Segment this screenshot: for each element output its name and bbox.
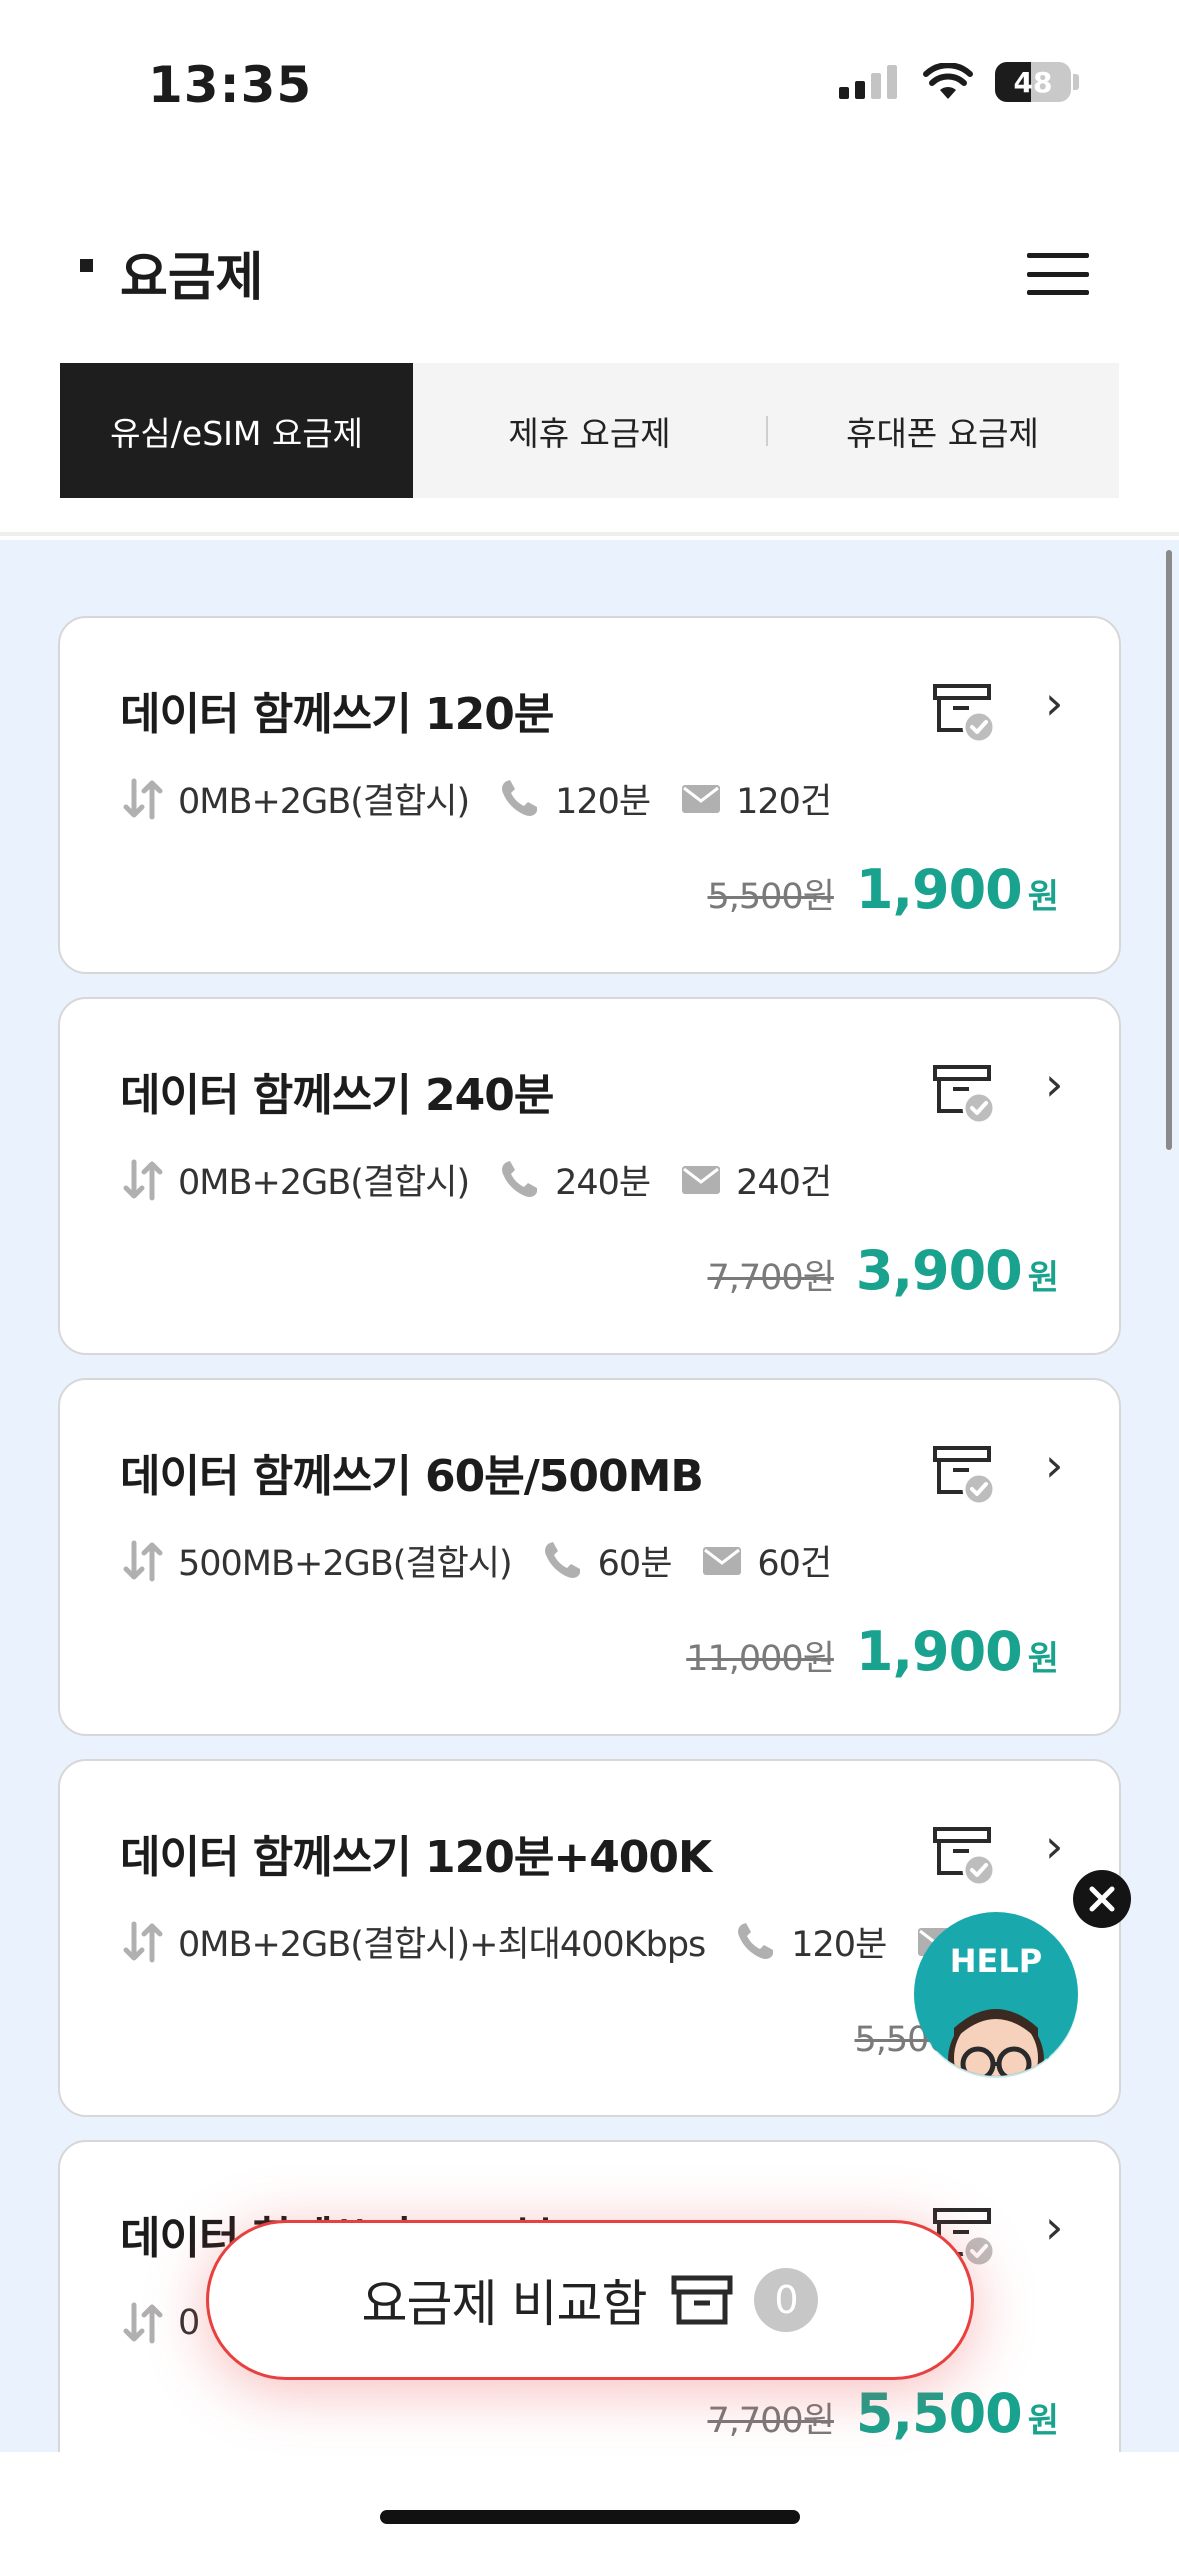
phone-icon [497,1158,543,1202]
tab-label: 유심/eSIM 요금제 [110,413,363,453]
message-icon [678,777,724,821]
price-unit: 원 [1027,1258,1059,1298]
plan-voice: 120분 [555,782,651,822]
tab-phone[interactable]: 휴대폰 요금제 [766,363,1119,498]
original-price: 5,500원 [707,877,835,917]
close-icon [1089,1886,1115,1912]
data-transfer-icon [120,1539,166,1583]
price-unit: 원 [1027,1639,1059,1679]
price-row: 7,700원 5,500 원 [708,2382,1060,2445]
compare-box-button[interactable]: 요금제 비교함 0 [206,2220,974,2380]
tab-usim-esim[interactable]: 유심/eSIM 요금제 [60,363,413,498]
plan-card[interactable]: 데이터 함께쓰기 240분 › 0MB+2GB(결합시) 240분 240건 7,700원… [58,997,1121,1355]
add-to-compare-icon[interactable] [932,680,998,744]
chevron-right-icon[interactable]: › [1045,676,1063,730]
data-transfer-icon [120,2301,166,2345]
tab-divider [766,415,768,446]
plan-category-tabs: 유심/eSIM 요금제 제휴 요금제 휴대폰 요금제 [60,363,1119,498]
status-icons: 48 [839,62,1079,102]
compare-count-badge: 0 [754,2268,819,2332]
plan-data: 0MB+2GB(결합시)+최대400Kbps [178,1925,706,1965]
original-price: 7,700원 [707,1258,835,1298]
price-unit: 원 [1027,877,1059,917]
plan-specs: 0MB+2GB(결합시) 240분 240건 [120,1154,832,1205]
plan-voice: 240분 [555,1163,651,1203]
price-row: 7,700원 3,900 원 [708,1239,1060,1302]
plan-voice: 120분 [791,1925,887,1965]
phone-icon [540,1539,586,1583]
chevron-right-icon[interactable]: › [1045,1819,1063,1873]
sale-price: 5,500 [855,2382,1023,2445]
plan-name: 데이터 함께쓰기 120분+400K [120,1832,712,1883]
data-transfer-icon [120,1920,166,1964]
add-to-compare-icon[interactable] [932,1823,998,1887]
tab-label: 제휴 요금제 [508,413,671,453]
chevron-right-icon[interactable]: › [1045,1057,1063,1111]
plan-card[interactable]: 데이터 함께쓰기 120분 › 0MB+2GB(결합시) 120분 120건 5,500원… [58,616,1121,974]
battery-icon: 48 [995,62,1071,102]
data-transfer-icon [120,777,166,821]
plan-data: 0MB+2GB(결합시) [178,1163,470,1203]
chevron-right-icon[interactable]: › [1045,2200,1063,2254]
tab-partner[interactable]: 제휴 요금제 [413,363,766,498]
compare-box-icon [671,2275,733,2325]
price-row: 11,000원 1,900 원 [686,1620,1059,1683]
original-price: 11,000원 [686,1639,835,1679]
plan-data: 0MB+2GB(결합시) [178,782,470,822]
hamburger-icon-line [1027,253,1089,258]
plan-specs: 500MB+2GB(결합시) 60분 60건 [120,1535,832,1586]
help-chatbot-button[interactable]: HELP [912,1910,1080,2080]
plan-name: 데이터 함께쓰기 120분 [120,689,554,740]
sale-price: 1,900 [855,1620,1023,1683]
sale-price: 1,900 [855,858,1023,921]
plan-specs: 0MB+2GB(결합시)+최대400Kbps120분12 [120,1916,1016,1967]
plan-card[interactable]: 데이터 함께쓰기 60분/500MB › 500MB+2GB(결합시) 60분 60건 1… [58,1378,1121,1736]
phone-icon [733,1920,779,1964]
plan-voice: 60분 [597,1544,673,1584]
original-price: 7,700원 [707,2401,835,2441]
message-icon [678,1158,724,1202]
status-time: 13:35 [148,56,313,114]
add-to-compare-icon[interactable] [932,1442,998,1506]
plan-sms: 240건 [736,1163,832,1203]
cellular-signal-icon [839,65,897,99]
plan-name: 데이터 함께쓰기 240분 [120,1070,554,1121]
plan-name: 데이터 함께쓰기 60분/500MB [120,1451,704,1502]
compare-box-label: 요금제 비교함 [361,2275,648,2333]
help-close-button[interactable] [1073,1870,1131,1928]
scrollbar[interactable] [1166,550,1172,1150]
message-icon [699,1539,745,1583]
header-divider [0,532,1179,536]
menu-button[interactable] [1027,253,1089,295]
status-bar: 13:35 48 [0,0,1179,170]
data-transfer-icon [120,1158,166,1202]
sale-price: 3,900 [855,1239,1023,1302]
chevron-right-icon[interactable]: › [1045,1438,1063,1492]
plan-data: 0 [178,2302,200,2343]
add-to-compare-icon[interactable] [932,1061,998,1125]
header: 요금제 [0,215,1179,325]
hamburger-icon-line [1027,290,1089,295]
home-indicator[interactable] [380,2510,800,2524]
price-row: 5,500원 1,900 원 [708,858,1060,921]
help-label: HELP [950,1942,1042,1980]
plan-list[interactable]: 데이터 함께쓰기 120분 › 0MB+2GB(결합시) 120분 120건 5,500원… [0,540,1179,2452]
plan-specs: 0MB+2GB(결합시) 120분 120건 [120,773,832,824]
help-mascot-icon: HELP [914,1912,1078,2078]
plan-sms: 60건 [757,1544,832,1584]
battery-percent: 48 [1013,65,1053,99]
tab-label: 휴대폰 요금제 [846,413,1039,453]
wifi-icon [923,63,973,99]
title-bullet [80,259,93,272]
phone-icon [497,777,543,821]
page-title: 요금제 [120,248,264,308]
plan-data: 500MB+2GB(결합시) [178,1544,513,1584]
plan-sms: 120건 [736,782,832,822]
price-unit: 원 [1027,2401,1059,2441]
battery-cap [1073,74,1079,90]
hamburger-icon-line [1027,271,1089,277]
